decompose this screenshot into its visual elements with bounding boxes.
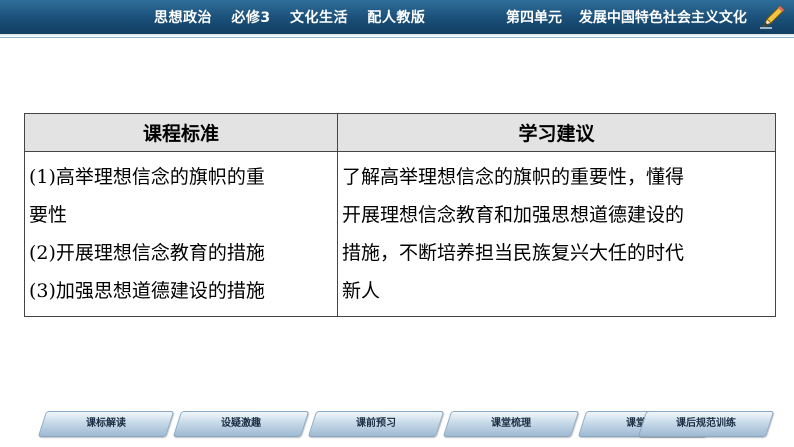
unit-info: 第四单元 发展中国特色社会主义文化 [506,7,747,27]
banner-divider-line [0,37,794,38]
header-curriculum-standard: 课程标准 [24,113,338,152]
nav-label: 课标解读 [86,418,126,429]
standard-item-1: (1)高举理想信念的旗帜的重 [29,166,265,188]
volume-label: 必修3 [231,10,271,26]
nav-label: 课堂梳理 [491,418,531,429]
suggestion-line-2: 开展理想信念教育和加强思想道德建设的 [342,204,685,226]
suggestion-line-4: 新人 [342,280,381,302]
suggestion-cell: 了解高举理想信念的旗帜的重要性，懂得 开展理想信念教育和加强思想道德建设的 措施… [337,151,776,317]
bottom-nav: 课标解读 设疑激趣 课前预习 课堂梳理 课堂训练 课后规范训练 [37,411,782,437]
standards-cell: (1)高举理想信念的旗帜的重 要性 (2)开展理想信念教育的措施 (3)加强思想… [24,151,338,317]
module-label: 文化生活 [290,10,348,26]
standard-item-1-cont: 要性 [29,204,68,226]
table-row: (1)高举理想信念的旗帜的重 要性 (2)开展理想信念教育的措施 (3)加强思想… [24,151,776,317]
nav-button-standard-reading[interactable]: 课标解读 [37,411,175,437]
subject-label: 思想政治 [154,10,212,26]
standard-item-3: (3)加强思想道德建设的措施 [29,280,265,302]
nav-label: 设疑激趣 [221,418,261,429]
banner-divider [0,34,794,36]
nav-button-preview[interactable]: 课前预习 [307,411,445,437]
nav-button-review[interactable]: 课堂梳理 [442,411,580,437]
nav-label: 课后规范训练 [676,418,736,429]
unit-label: 第四单元 [506,10,562,26]
suggestion-line-1: 了解高举理想信念的旗帜的重要性，懂得 [342,166,685,188]
edition-label: 配人教版 [367,10,426,26]
unit-title: 发展中国特色社会主义文化 [578,10,747,26]
pencil-icon [760,5,785,29]
top-banner: 思想政治 必修3 文化生活 配人教版 第四单元 发展中国特色社会主义文化 [0,0,794,34]
nav-label: 课前预习 [356,418,396,429]
suggestion-line-3: 措施，不断培养担当民族复兴大任的时代 [342,242,685,264]
standard-item-2: (2)开展理想信念教育的措施 [29,242,265,264]
book-title: 思想政治 必修3 文化生活 配人教版 [154,7,439,27]
nav-button-homework[interactable]: 课后规范训练 [637,411,775,437]
table-header-row: 课程标准 学习建议 [24,113,776,152]
curriculum-table: 课程标准 学习建议 (1)高举理想信念的旗帜的重 要性 (2)开展理想信念教育的… [24,113,776,317]
header-study-suggestion: 学习建议 [337,113,776,152]
nav-button-inquiry[interactable]: 设疑激趣 [172,411,310,437]
